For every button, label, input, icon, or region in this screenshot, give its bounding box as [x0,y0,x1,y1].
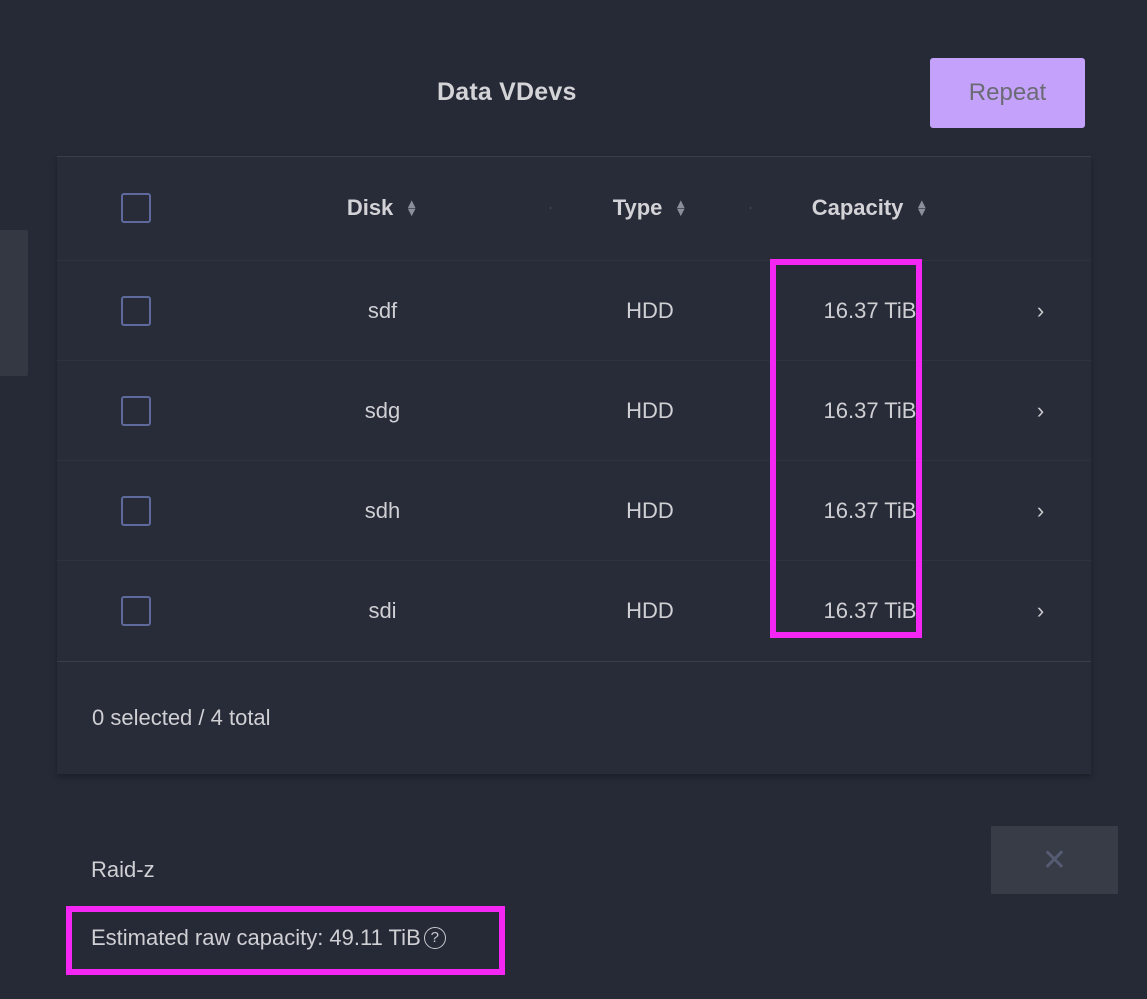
column-label-capacity: Capacity [811,195,904,220]
repeat-button[interactable]: Repeat [930,58,1085,128]
chevron-right-icon[interactable]: › [1037,498,1044,524]
header-cell-disk[interactable]: Disk ▲ ▼ [214,195,550,221]
table-footer: 0 selected / 4 total [57,661,1091,773]
header-cell-type[interactable]: Type ▲ ▼ [550,195,750,221]
sort-updown-icon[interactable]: ▲ ▼ [405,197,418,218]
raidz-label: Raid-z [91,857,155,882]
close-button[interactable]: ✕ [991,826,1118,894]
row-expand-cell: › [990,298,1091,324]
column-label-disk: Disk [346,195,394,220]
row-checkbox[interactable] [120,295,151,326]
cell-type: HDD [626,397,674,423]
cell-capacity: 16.37 TiB [823,597,917,623]
column-label-type: Type [612,195,663,220]
cell-capacity: 16.37 TiB [823,297,917,323]
row-checkbox[interactable] [120,495,151,526]
cell-disk: sdi [368,597,397,623]
table-row[interactable]: sdg HDD 16.37 TiB › [57,360,1091,460]
data-vdevs-table: Disk ▲ ▼ Type ▲ ▼ Capacity ▲ ▼ sdf HDD 16.3… [57,156,1091,774]
sort-updown-icon[interactable]: ▲ ▼ [915,197,928,218]
row-select-cell [57,395,214,426]
row-select-cell [57,295,214,326]
table-row[interactable]: sdi HDD 16.37 TiB › [57,560,1091,660]
row-select-cell [57,595,214,626]
row-select-cell [57,495,214,526]
estimated-capacity-text: Estimated raw capacity: 49.11 TiB [91,925,421,950]
chevron-right-icon[interactable]: › [1037,398,1044,424]
cell-type: HDD [626,497,674,523]
close-x-icon: ✕ [1041,843,1068,877]
cell-disk: sdg [364,397,401,423]
cell-capacity: 16.37 TiB [823,497,917,523]
cell-capacity: 16.37 TiB [823,397,917,423]
table-header-row: Disk ▲ ▼ Type ▲ ▼ Capacity ▲ ▼ [57,157,1091,260]
cell-disk: sdf [367,297,398,323]
cell-type: HDD [626,297,674,323]
sort-updown-icon[interactable]: ▲ ▼ [674,197,687,218]
header-cell-select-all [57,193,214,223]
cell-disk: sdh [364,497,401,523]
cell-type: HDD [626,597,674,623]
row-checkbox[interactable] [120,395,151,426]
row-expand-cell: › [990,598,1091,624]
row-checkbox[interactable] [120,595,151,626]
header-cell-capacity[interactable]: Capacity ▲ ▼ [750,195,990,221]
table-row[interactable]: sdf HDD 16.37 TiB › [57,260,1091,360]
chevron-right-icon[interactable]: › [1037,598,1044,624]
help-circle-icon[interactable]: ? [423,927,446,949]
selection-status: 0 selected / 4 total [92,704,271,730]
table-row[interactable]: sdh HDD 16.37 TiB › [57,460,1091,560]
app-root: Data VDevs Repeat Disk ▲ ▼ Type ▲ ▼ Capaci… [0,0,1147,999]
estimated-capacity-row: Estimated raw capacity: 49.11 TiB ? [91,925,446,951]
row-expand-cell: › [990,498,1091,524]
page-title: Data VDevs [437,78,577,106]
row-expand-cell: › [990,398,1091,424]
left-edge-drawer-handle[interactable] [0,230,28,376]
chevron-right-icon[interactable]: › [1037,298,1044,324]
select-all-checkbox[interactable] [120,193,151,223]
